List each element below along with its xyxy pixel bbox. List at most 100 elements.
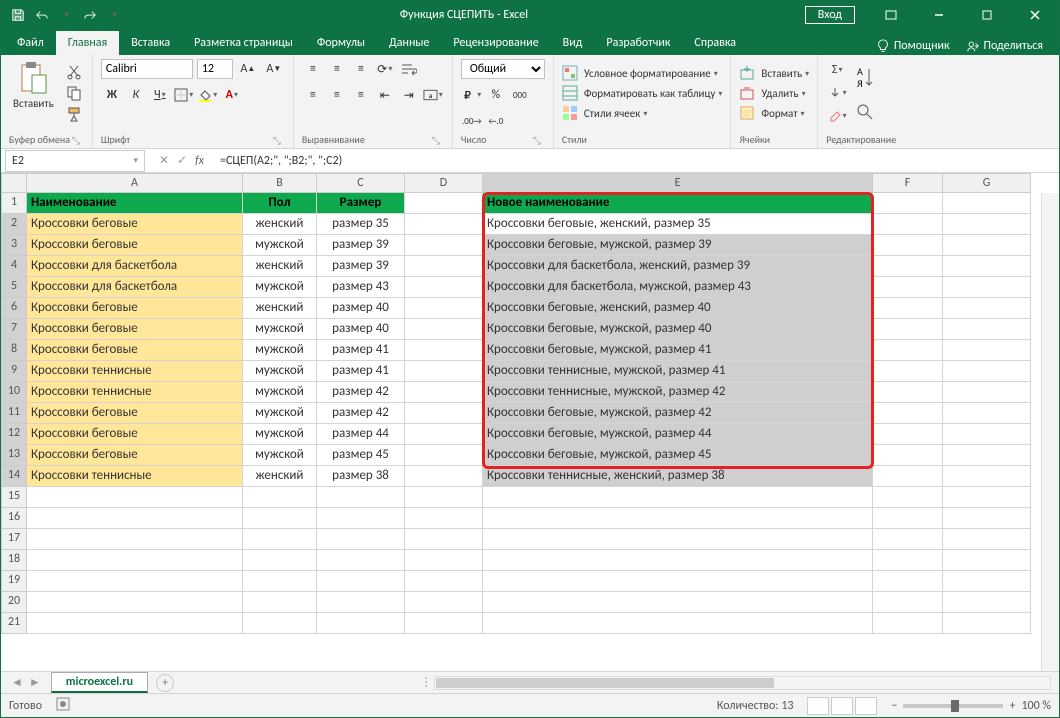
cell[interactable]: Пол [243,193,317,214]
cell[interactable] [405,613,483,634]
cell[interactable]: Кроссовки теннисные, мужской, размер 42 [483,382,873,403]
sheet-tab[interactable]: microexcel.ru [51,672,148,693]
cell[interactable]: Размер [317,193,405,214]
cell[interactable] [943,550,1031,571]
row-header[interactable]: 4 [1,256,27,277]
col-header-e[interactable]: E [483,173,873,193]
cell[interactable] [873,235,943,256]
cell[interactable]: Кроссовки беговые, мужской, размер 39 [483,235,873,256]
tell-me-button[interactable]: Помощник [870,37,956,55]
cell[interactable] [27,550,243,571]
maximize-icon[interactable] [965,1,1009,29]
cell[interactable] [873,361,943,382]
fill-color-icon[interactable] [197,85,219,105]
align-top-icon[interactable]: ≡ [302,59,324,79]
row-header[interactable]: 13 [1,445,27,466]
cell[interactable] [483,613,873,634]
cell[interactable] [405,361,483,382]
tab-home[interactable]: Главная [56,31,119,55]
col-header-c[interactable]: C [317,173,405,193]
font-size-select[interactable] [197,59,233,79]
cell[interactable] [405,277,483,298]
cell[interactable]: женский [243,256,317,277]
number-launcher-icon[interactable]: ⤡ [533,134,545,146]
cell[interactable]: размер 39 [317,235,405,256]
cell[interactable]: мужской [243,319,317,340]
cell[interactable] [943,256,1031,277]
decrease-indent-icon[interactable]: ⇤ [374,85,396,105]
decrease-font-icon[interactable]: A▼ [263,59,285,79]
col-header-g[interactable]: G [943,173,1031,193]
sheet-nav-prev-icon[interactable]: ◄ [11,675,23,690]
orientation-icon[interactable]: ⟳ [374,59,396,79]
cell[interactable] [27,508,243,529]
cell[interactable] [405,508,483,529]
row-header[interactable]: 19 [1,571,27,592]
accounting-format-icon[interactable]: ₽ [461,85,483,105]
cell[interactable]: мужской [243,403,317,424]
close-icon[interactable] [1013,1,1057,29]
row-header[interactable]: 10 [1,382,27,403]
cell[interactable]: размер 45 [317,445,405,466]
cell[interactable] [405,424,483,445]
clear-icon[interactable] [826,106,848,126]
cell[interactable] [943,613,1031,634]
cell[interactable]: Кроссовки беговые, мужской, размер 41 [483,340,873,361]
formula-input[interactable]: =СЦЕП(A2;", ";B2;", ";C2) [214,152,1059,170]
fill-icon[interactable] [826,83,848,103]
cell[interactable] [943,508,1031,529]
align-left-icon[interactable]: ≡ [302,85,324,105]
cell[interactable] [943,466,1031,487]
cell[interactable] [317,613,405,634]
decrease-decimal-icon[interactable]: ←.0 [485,111,507,131]
format-cells-button[interactable]: Формат [739,105,809,121]
cell[interactable] [873,445,943,466]
cell[interactable] [317,550,405,571]
cell[interactable]: Кроссовки беговые, женский, размер 35 [483,214,873,235]
cell[interactable] [405,571,483,592]
row-header[interactable]: 16 [1,508,27,529]
cell[interactable] [27,592,243,613]
increase-decimal-icon[interactable]: .00→ [461,111,483,131]
minimize-icon[interactable] [917,1,961,29]
align-right-icon[interactable]: ≡ [350,85,372,105]
underline-button[interactable]: Ч [149,85,171,105]
cell[interactable]: Кроссовки беговые [27,403,243,424]
comma-format-icon[interactable]: 000 [509,85,531,105]
cell[interactable] [873,508,943,529]
font-launcher-icon[interactable]: ⤡ [273,134,285,146]
horizontal-scrollbar[interactable] [434,676,1051,690]
cell[interactable] [943,319,1031,340]
cell[interactable] [943,529,1031,550]
cell[interactable] [943,424,1031,445]
cell[interactable]: Кроссовки беговые, мужской, размер 42 [483,403,873,424]
row-header[interactable]: 20 [1,592,27,613]
cell[interactable] [483,487,873,508]
cell[interactable] [405,214,483,235]
cell[interactable] [405,256,483,277]
row-header[interactable]: 6 [1,298,27,319]
undo-icon[interactable] [33,6,51,24]
tab-developer[interactable]: Разработчик [594,31,682,55]
cell[interactable] [483,529,873,550]
tab-page-layout[interactable]: Разметка страницы [182,31,305,55]
cell[interactable]: Наименование [27,193,243,214]
cell[interactable] [483,592,873,613]
cell[interactable] [943,214,1031,235]
cell[interactable] [873,550,943,571]
cell[interactable] [317,508,405,529]
zoom-slider[interactable] [903,704,1003,708]
cell[interactable]: Кроссовки теннисные [27,361,243,382]
cell[interactable]: Кроссовки теннисные, мужской, размер 41 [483,361,873,382]
cell[interactable]: размер 42 [317,382,405,403]
cell[interactable] [27,487,243,508]
find-select-icon[interactable] [854,98,876,126]
cell[interactable] [943,403,1031,424]
add-sheet-icon[interactable]: + [156,674,174,692]
view-page-break-icon[interactable] [855,697,877,715]
cell[interactable]: Кроссовки теннисные, женский, размер 38 [483,466,873,487]
row-header[interactable]: 2 [1,214,27,235]
cell[interactable]: мужской [243,340,317,361]
cell[interactable]: Кроссовки беговые, женский, размер 40 [483,298,873,319]
cell[interactable] [483,508,873,529]
